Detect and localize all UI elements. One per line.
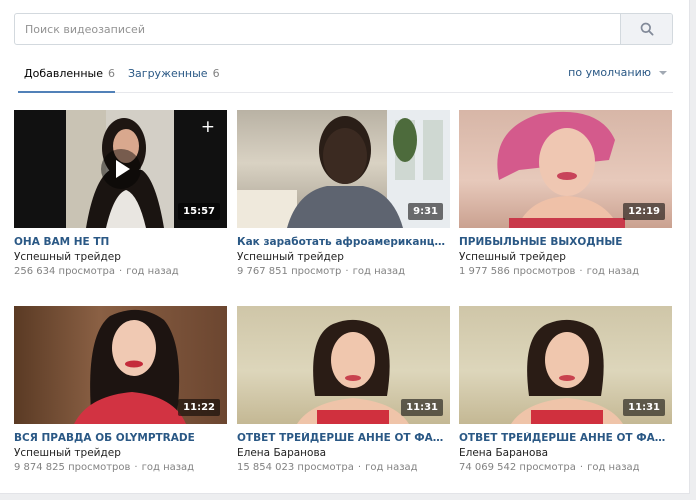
duration-badge: 11:22 — [178, 399, 220, 416]
separator: · — [134, 462, 138, 473]
separator: · — [119, 266, 123, 277]
view-count: 15 854 023 просмотра — [237, 462, 354, 473]
video-title[interactable]: ОТВЕТ ТРЕЙДЕРШЕ АННЕ ОТ ФАНАТКИ — [237, 432, 450, 444]
view-count: 74 069 542 просмотра — [459, 462, 576, 473]
video-meta: 74 069 542 просмотра · год назад — [459, 462, 672, 473]
video-card[interactable]: 11:22 ВСЯ ПРАВДА ОБ OLYMPTRADE Успешный … — [14, 306, 227, 473]
tab-uploaded[interactable]: Загруженные 6 — [128, 60, 220, 93]
video-card[interactable]: 11:31 ОТВЕТ ТРЕЙДЕРШЕ АННЕ ОТ ФАНАТКИ Ел… — [237, 306, 450, 473]
video-author[interactable]: Успешный трейдер — [237, 251, 450, 263]
upload-age: год назад — [365, 462, 418, 473]
tab-label: Добавленные — [24, 67, 103, 80]
video-thumbnail[interactable]: + 15:57 — [14, 110, 227, 228]
duration-badge: 11:31 — [623, 399, 665, 416]
upload-age: год назад — [126, 266, 179, 277]
upload-age: год назад — [587, 462, 640, 473]
view-count: 9 767 851 просмотр — [237, 266, 342, 277]
upload-age: год назад — [141, 462, 195, 473]
search-button[interactable] — [620, 14, 672, 44]
tab-added[interactable]: Добавленные 6 — [18, 60, 115, 93]
search-bar — [14, 13, 673, 45]
duration-badge: 12:19 — [623, 203, 665, 220]
sort-label: по умолчанию — [568, 66, 651, 79]
sort-dropdown[interactable]: по умолчанию — [568, 66, 667, 79]
video-author[interactable]: Успешный трейдер — [14, 251, 227, 263]
separator: · — [579, 462, 584, 473]
video-card[interactable]: + 15:57 ОНА ВАМ НЕ ТП Успешный трейдер 2… — [14, 110, 227, 277]
video-meta: 15 854 023 просмотра · год назад — [237, 462, 450, 473]
video-panel: Добавленные 6 Загруженные 6 по умолчанию +… — [0, 0, 690, 494]
separator: · — [345, 266, 349, 277]
tab-count: 6 — [212, 67, 220, 80]
video-card[interactable]: 12:19 ПРИБЫЛЬНЫЕ ВЫХОДНЫЕ Успешный трейд… — [459, 110, 672, 277]
video-author[interactable]: Успешный трейдер — [14, 447, 227, 459]
video-author[interactable]: Елена Баранова — [237, 447, 450, 459]
video-card[interactable]: 11:31 ОТВЕТ ТРЕЙДЕРШЕ АННЕ ОТ ФАНАТКИ Ел… — [459, 306, 672, 473]
video-thumbnail[interactable]: 11:22 — [14, 306, 227, 424]
video-thumbnail[interactable]: 11:31 — [459, 306, 672, 424]
tab-label: Загруженные — [128, 67, 208, 80]
search-input[interactable] — [15, 14, 621, 44]
chevron-down-icon — [659, 71, 667, 75]
video-author[interactable]: Успешный трейдер — [459, 251, 672, 263]
video-title[interactable]: ОТВЕТ ТРЕЙДЕРШЕ АННЕ ОТ ФАНАТКИ — [459, 432, 672, 444]
view-count: 1 977 586 просмотров — [459, 266, 576, 277]
video-title[interactable]: Как заработать афроамериканцу в Рос… — [237, 236, 450, 248]
view-count: 9 874 825 просмотров — [14, 462, 131, 473]
upload-age: год назад — [586, 266, 640, 277]
separator: · — [579, 266, 583, 277]
video-meta: 9 767 851 просмотр · год назад — [237, 266, 450, 277]
video-title[interactable]: ВСЯ ПРАВДА ОБ OLYMPTRADE — [14, 432, 227, 444]
video-author[interactable]: Елена Баранова — [459, 447, 672, 459]
play-icon[interactable] — [101, 149, 141, 189]
video-meta: 256 634 просмотра · год назад — [14, 266, 227, 277]
video-meta: 1 977 586 просмотров · год назад — [459, 266, 672, 277]
add-icon[interactable]: + — [201, 119, 215, 136]
video-meta: 9 874 825 просмотров · год назад — [14, 462, 227, 473]
view-count: 256 634 просмотра — [14, 266, 115, 277]
tab-count: 6 — [107, 67, 115, 80]
duration-badge: 15:57 — [178, 203, 220, 220]
upload-age: год назад — [352, 266, 406, 277]
duration-badge: 11:31 — [401, 399, 443, 416]
duration-badge: 9:31 — [408, 203, 443, 220]
video-title[interactable]: ПРИБЫЛЬНЫЕ ВЫХОДНЫЕ — [459, 236, 672, 248]
video-thumbnail[interactable]: 11:31 — [237, 306, 450, 424]
video-thumbnail[interactable]: 9:31 — [237, 110, 450, 228]
search-icon — [640, 22, 654, 36]
video-title[interactable]: ОНА ВАМ НЕ ТП — [14, 236, 227, 248]
separator: · — [357, 462, 362, 473]
video-thumbnail[interactable]: 12:19 — [459, 110, 672, 228]
video-card[interactable]: 9:31 Как заработать афроамериканцу в Рос… — [237, 110, 450, 277]
